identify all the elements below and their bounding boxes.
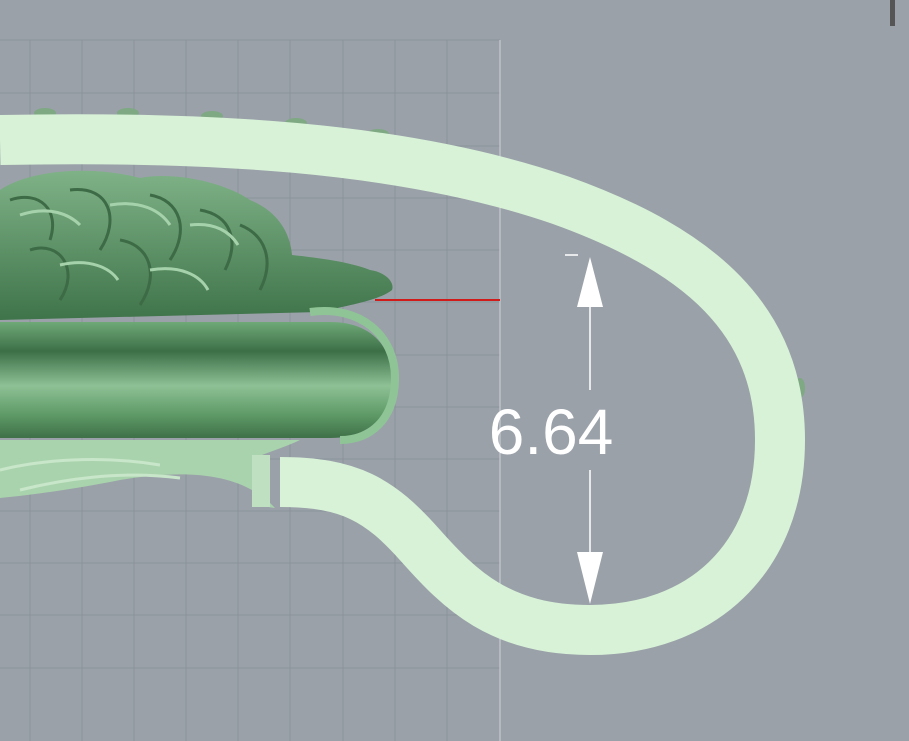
- viewport-canvas: [0, 39, 806, 741]
- ring-band-model: [0, 307, 400, 444]
- viewport-corner-handle: [890, 0, 895, 26]
- leaf-cluster-model: [0, 170, 393, 320]
- cad-3d-viewport[interactable]: 6.64: [0, 0, 909, 741]
- dimension-arrow-up: [577, 257, 603, 307]
- dimension-arrow-down: [577, 552, 603, 604]
- dimension-value-label[interactable]: 6.64: [478, 396, 624, 468]
- base-piece-model: [0, 440, 300, 508]
